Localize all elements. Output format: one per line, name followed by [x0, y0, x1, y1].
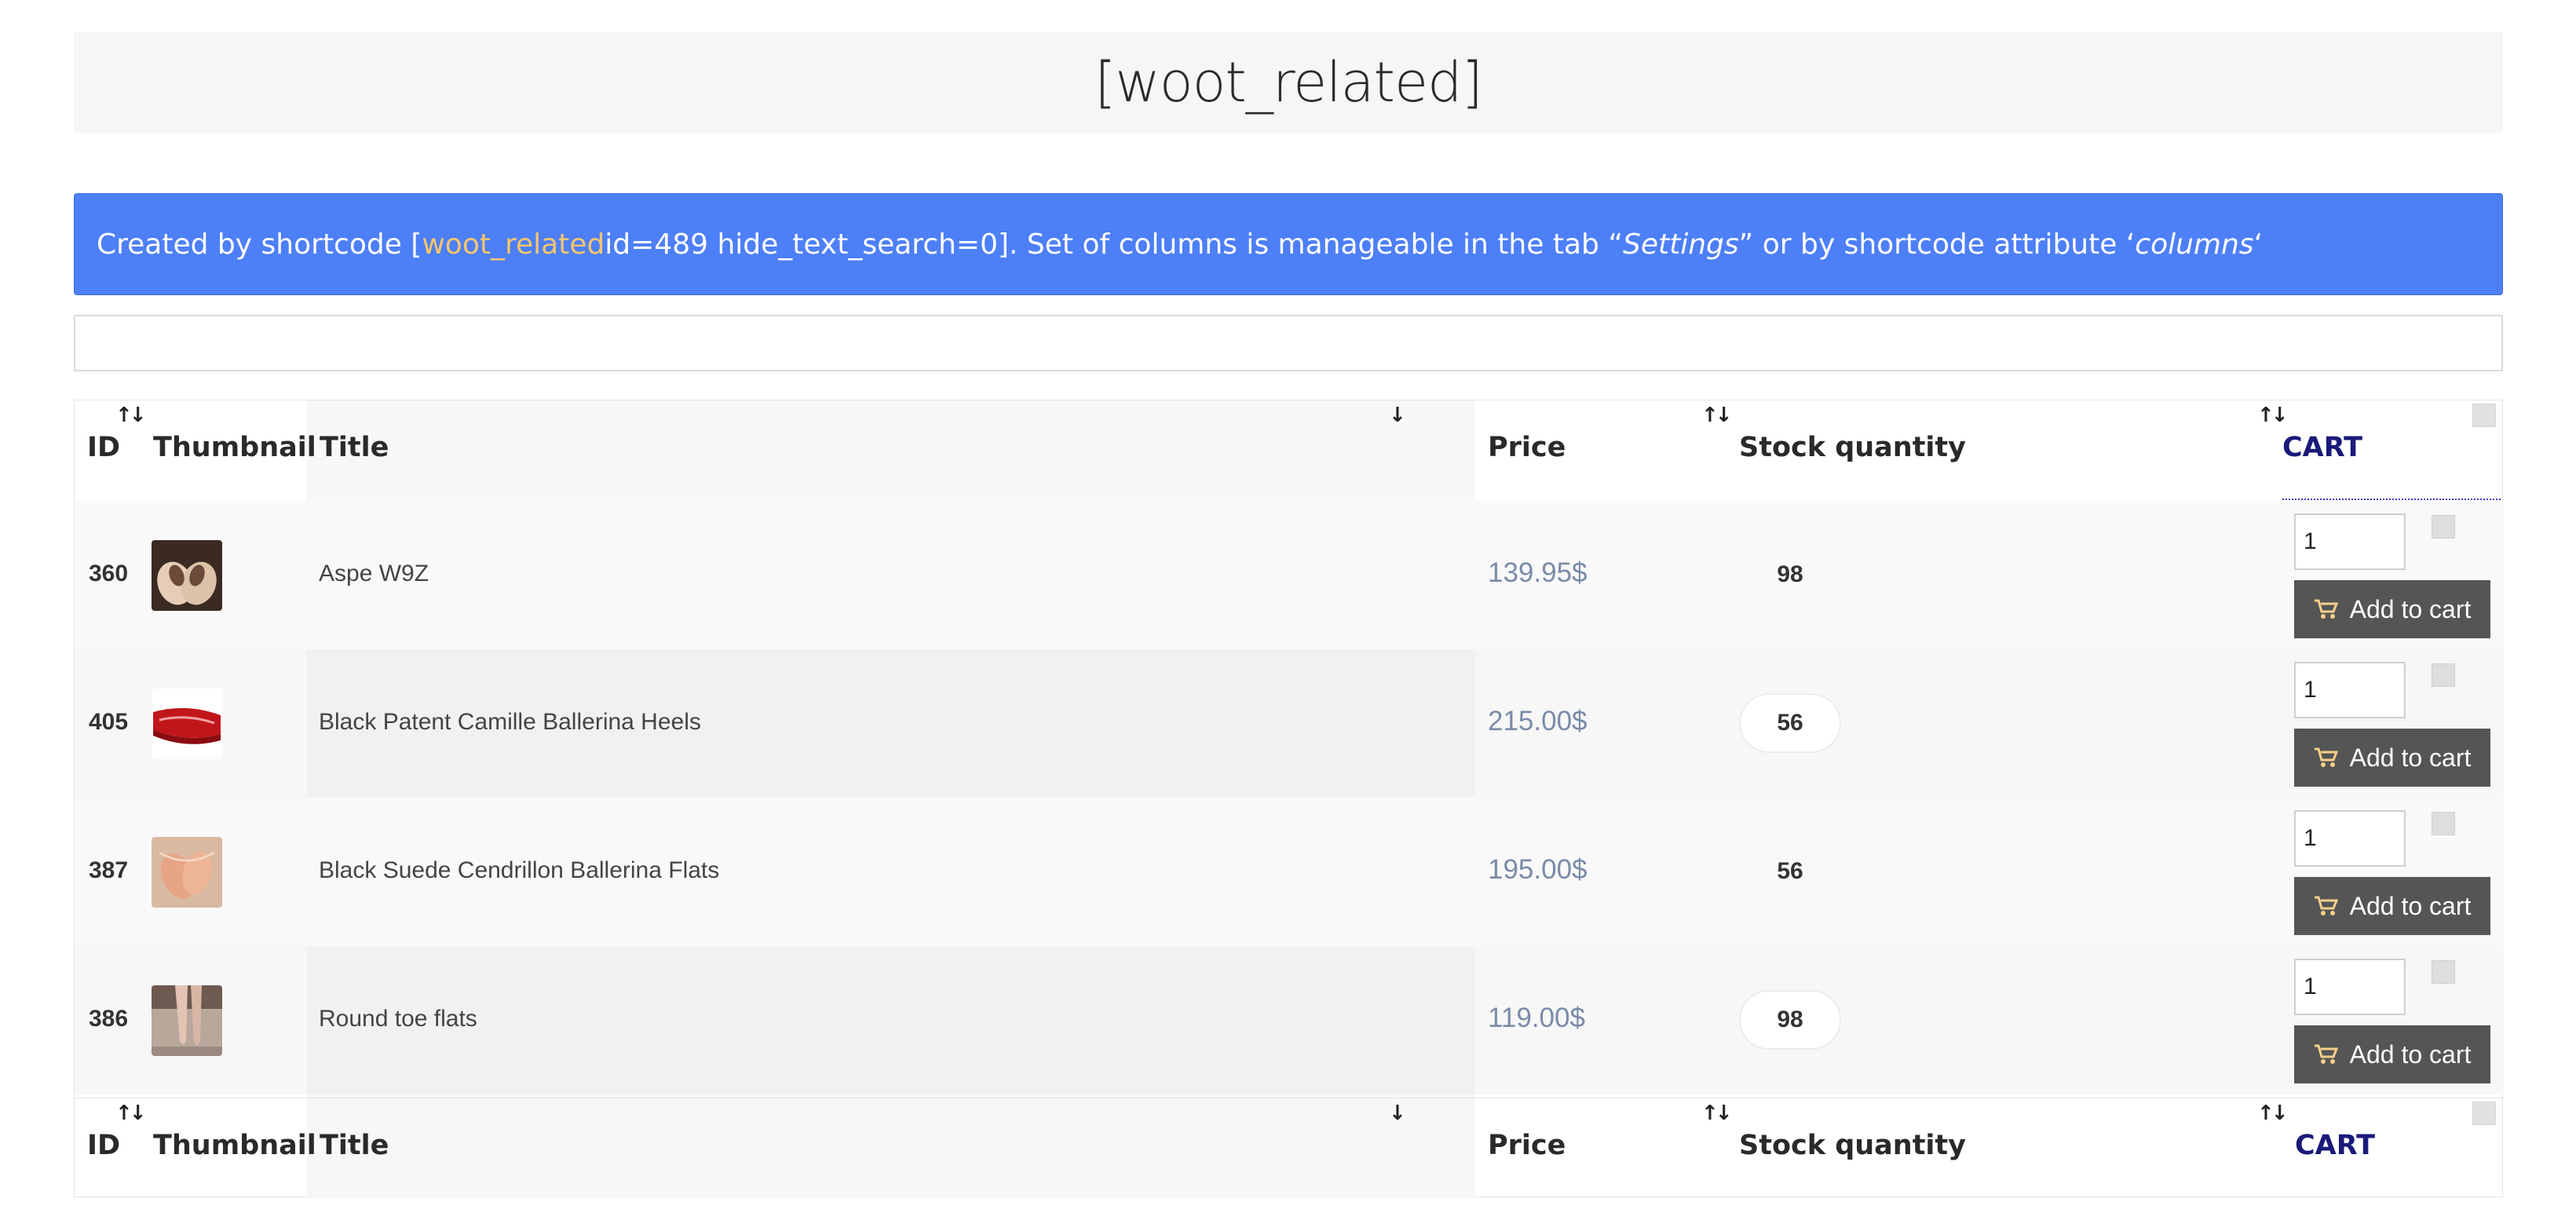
product-price: 139.95$: [1488, 557, 1588, 588]
notice-tab-name: Settings: [1622, 228, 1739, 261]
add-to-cart-label: Add to cart: [2349, 594, 2472, 623]
page-title-bar: [woot_related]: [74, 32, 2503, 133]
column-footer-title[interactable]: Title: [320, 1130, 389, 1161]
product-title[interactable]: Round toe flats: [319, 1006, 477, 1032]
sort-title-icon[interactable]: ↓: [1389, 404, 1406, 427]
column-header-price[interactable]: Price: [1488, 432, 1566, 463]
column-footer-thumbnail: Thumbnail: [153, 1130, 316, 1161]
red-heels-thumbnail[interactable]: [152, 689, 222, 759]
add-to-cart-button[interactable]: Add to cart: [2294, 580, 2490, 638]
product-title[interactable]: Aspe W9Z: [319, 561, 429, 587]
cart-icon: [2314, 599, 2338, 619]
stock-quantity: 98: [1739, 990, 1841, 1050]
info-notice: Created by shortcode [woot_related id=48…: [74, 193, 2503, 295]
product-price: 215.00$: [1488, 706, 1588, 736]
product-price: 119.00$: [1488, 1003, 1585, 1033]
stock-quantity: 98: [1777, 561, 1803, 587]
table-row: 387 Black Suede Cendrillon Ballerina Fla…: [75, 798, 2504, 946]
column-header-thumbnail: Thumbnail: [153, 432, 316, 463]
column-footer-id[interactable]: ID: [87, 1130, 120, 1161]
add-to-cart-button[interactable]: Add to cart: [2294, 729, 2490, 787]
row-cell-bg: [307, 946, 1475, 1094]
sort-stock-icon[interactable]: ↑↓: [2257, 1102, 2289, 1125]
product-title[interactable]: Black Suede Cendrillon Ballerina Flats: [319, 857, 719, 884]
quantity-input[interactable]: 1: [2294, 662, 2406, 718]
add-to-cart-label: Add to cart: [2349, 1039, 2472, 1069]
stock-quantity: 56: [1739, 693, 1841, 753]
column-footer-stock[interactable]: Stock quantity: [1739, 1130, 1966, 1161]
product-id: 360: [89, 561, 129, 586]
row-select-checkbox[interactable]: [2432, 663, 2455, 687]
products-table: ↑↓ ID Thumbnail Title ↓ Price ↑↓ Stock q…: [74, 400, 2504, 1199]
pointe-shoes-thumbnail[interactable]: [152, 985, 222, 1056]
column-header-title[interactable]: Title: [320, 432, 389, 463]
column-footer-price[interactable]: Price: [1488, 1130, 1566, 1161]
notice-prefix: Created by shortcode [: [97, 228, 422, 261]
add-to-cart-label: Add to cart: [2349, 891, 2472, 920]
table-footer: ↑↓ ID Thumbnail Title ↓ Price ↑↓ Stock q…: [75, 1098, 2504, 1199]
column-footer-cart[interactable]: CART: [2295, 1130, 2375, 1161]
quantity-input[interactable]: 1: [2294, 959, 2406, 1015]
sort-price-icon[interactable]: ↑↓: [1701, 1102, 1733, 1125]
page: [woot_related] Created by shortcode [woo…: [0, 0, 2576, 1224]
table-row: 405 Black Patent Camille Ballerina Heels…: [75, 649, 2504, 798]
page-title: [woot_related]: [1094, 50, 1483, 115]
notice-end: ‘: [2253, 228, 2264, 261]
beige-shoes-thumbnail[interactable]: [152, 540, 222, 611]
product-title[interactable]: Black Patent Camille Ballerina Heels: [319, 709, 701, 736]
table-row: 360 Aspe W9Z 139.95$ 98 1 Add to cart: [75, 501, 2504, 649]
notice-shortcode: woot_related: [422, 228, 605, 261]
product-id: 386: [89, 1006, 129, 1032]
stock-quantity: 56: [1777, 858, 1803, 884]
product-id: 387: [89, 857, 129, 883]
notice-suffix: ” or by shortcode attribute ‘: [1738, 228, 2136, 261]
select-all-checkbox[interactable]: [2472, 1102, 2496, 1125]
add-to-cart-label: Add to cart: [2349, 743, 2472, 772]
add-to-cart-button[interactable]: Add to cart: [2294, 877, 2490, 935]
cart-icon: [2314, 896, 2338, 915]
text-search-input[interactable]: [74, 315, 2503, 371]
column-header-stock[interactable]: Stock quantity: [1739, 432, 1966, 463]
cart-icon: [2314, 1044, 2338, 1064]
row-select-checkbox[interactable]: [2432, 812, 2455, 835]
row-cell-bg: [307, 501, 1475, 649]
notice-middle: id=489 hide_text_search=0]. Set of colum…: [605, 228, 1623, 261]
row-select-checkbox[interactable]: [2432, 960, 2455, 984]
table-header: ↑↓ ID Thumbnail Title ↓ Price ↑↓ Stock q…: [75, 400, 2504, 502]
product-id: 405: [89, 709, 129, 735]
add-to-cart-button[interactable]: Add to cart: [2294, 1025, 2490, 1083]
product-price: 195.00$: [1488, 854, 1588, 885]
pink-flats-thumbnail[interactable]: [152, 837, 222, 908]
column-header-id[interactable]: ID: [87, 432, 120, 463]
quantity-input[interactable]: 1: [2294, 513, 2406, 570]
sort-id-icon[interactable]: ↑↓: [115, 404, 147, 427]
sort-id-icon[interactable]: ↑↓: [115, 1102, 147, 1125]
sort-price-icon[interactable]: ↑↓: [1701, 404, 1733, 427]
table-row: 386 Round toe flats 119.00$ 98 1 Add to …: [75, 946, 2504, 1094]
cart-icon: [2314, 747, 2338, 767]
cart-header-focus-outline: [2282, 499, 2501, 500]
sort-stock-icon[interactable]: ↑↓: [2257, 404, 2289, 427]
select-all-checkbox[interactable]: [2472, 404, 2496, 427]
notice-attribute: columns: [2135, 228, 2254, 261]
row-select-checkbox[interactable]: [2432, 515, 2455, 539]
sort-title-icon[interactable]: ↓: [1389, 1102, 1406, 1125]
column-header-cart[interactable]: CART: [2282, 432, 2362, 463]
quantity-input[interactable]: 1: [2294, 810, 2406, 867]
